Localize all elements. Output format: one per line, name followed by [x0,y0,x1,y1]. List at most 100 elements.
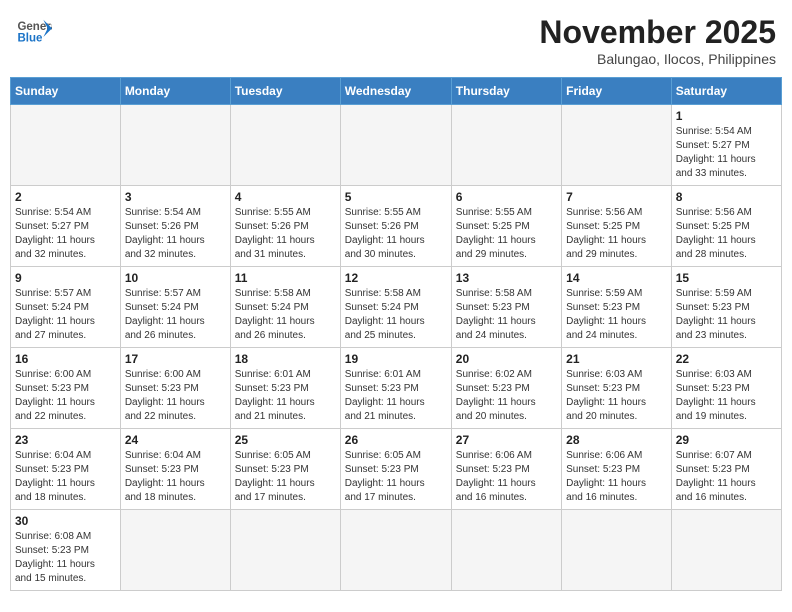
calendar-day-cell: 29 Sunrise: 6:07 AM Sunset: 5:23 PM Dayli… [671,429,781,510]
calendar-day-cell: 26 Sunrise: 6:05 AM Sunset: 5:23 PM Dayli… [340,429,451,510]
calendar-day-cell: 8Sunrise: 5:56 AM Sunset: 5:25 PM Daylig… [671,186,781,267]
day-number: 24 [125,433,226,447]
day-number: 11 [235,271,336,285]
calendar-day-cell: 5Sunrise: 5:55 AM Sunset: 5:26 PM Daylig… [340,186,451,267]
title-block: November 2025 Balungao, Ilocos, Philippi… [539,14,776,67]
day-number: 25 [235,433,336,447]
day-info: Sunrise: 5:57 AM Sunset: 5:24 PM Dayligh… [125,287,226,343]
day-number: 17 [125,352,226,366]
calendar-day-cell: 30Sunrise: 6:08 AM Sunset: 5:23 PM Dayli… [11,510,121,591]
calendar-day-cell: 9 Sunrise: 5:57 AM Sunset: 5:24 PM Daylig… [11,267,121,348]
day-number: 29 [676,433,777,447]
calendar-day-cell: 6 Sunrise: 5:55 AM Sunset: 5:25 PM Daylig… [451,186,561,267]
day-number: 15 [676,271,777,285]
calendar-week-row: 2 Sunrise: 5:54 AM Sunset: 5:27 PM Daylig… [11,186,782,267]
day-number: 10 [125,271,226,285]
day-of-week-header: Tuesday [230,78,340,105]
day-info: Sunrise: 5:57 AM Sunset: 5:24 PM Dayligh… [15,287,116,343]
calendar-day-cell [451,510,561,591]
calendar-header-row: SundayMondayTuesdayWednesdayThursdayFrid… [11,78,782,105]
calendar-week-row: 23 Sunrise: 6:04 AM Sunset: 5:23 PM Dayli… [11,429,782,510]
day-info: Sunrise: 5:54 AM Sunset: 5:27 PM Dayligh… [676,125,777,181]
day-info: Sunrise: 5:58 AM Sunset: 5:24 PM Dayligh… [345,287,447,343]
day-of-week-header: Monday [120,78,230,105]
calendar-day-cell: 25Sunrise: 6:05 AM Sunset: 5:23 PM Dayli… [230,429,340,510]
day-info: Sunrise: 5:59 AM Sunset: 5:23 PM Dayligh… [676,287,777,343]
day-info: Sunrise: 6:00 AM Sunset: 5:23 PM Dayligh… [15,368,116,424]
calendar-day-cell: 14Sunrise: 5:59 AM Sunset: 5:23 PM Dayli… [562,267,672,348]
day-of-week-header: Friday [562,78,672,105]
calendar-day-cell [451,105,561,186]
location: Balungao, Ilocos, Philippines [539,51,776,67]
day-number: 2 [15,190,116,204]
calendar-day-cell: 15 Sunrise: 5:59 AM Sunset: 5:23 PM Dayli… [671,267,781,348]
calendar-day-cell [11,105,121,186]
day-number: 30 [15,514,116,528]
day-number: 18 [235,352,336,366]
day-number: 14 [566,271,667,285]
day-number: 9 [15,271,116,285]
day-number: 23 [15,433,116,447]
day-of-week-header: Sunday [11,78,121,105]
day-of-week-header: Wednesday [340,78,451,105]
calendar-day-cell: 18 Sunrise: 6:01 AM Sunset: 5:23 PM Dayli… [230,348,340,429]
day-number: 4 [235,190,336,204]
calendar-day-cell [120,510,230,591]
calendar-day-cell: 20Sunrise: 6:02 AM Sunset: 5:23 PM Dayli… [451,348,561,429]
day-info: Sunrise: 6:06 AM Sunset: 5:23 PM Dayligh… [456,449,557,505]
calendar-table: SundayMondayTuesdayWednesdayThursdayFrid… [10,77,782,591]
day-number: 22 [676,352,777,366]
day-info: Sunrise: 5:54 AM Sunset: 5:26 PM Dayligh… [125,206,226,262]
day-info: Sunrise: 5:58 AM Sunset: 5:23 PM Dayligh… [456,287,557,343]
calendar-day-cell: 10 Sunrise: 5:57 AM Sunset: 5:24 PM Dayli… [120,267,230,348]
calendar-day-cell: 12Sunrise: 5:58 AM Sunset: 5:24 PM Dayli… [340,267,451,348]
day-number: 16 [15,352,116,366]
svg-text:Blue: Blue [17,32,43,44]
day-info: Sunrise: 6:03 AM Sunset: 5:23 PM Dayligh… [676,368,777,424]
day-info: Sunrise: 6:04 AM Sunset: 5:23 PM Dayligh… [125,449,226,505]
day-of-week-header: Saturday [671,78,781,105]
calendar-week-row: 9 Sunrise: 5:57 AM Sunset: 5:24 PM Daylig… [11,267,782,348]
day-number: 8 [676,190,777,204]
calendar-day-cell [562,105,672,186]
calendar-day-cell: 27 Sunrise: 6:06 AM Sunset: 5:23 PM Dayli… [451,429,561,510]
day-info: Sunrise: 6:07 AM Sunset: 5:23 PM Dayligh… [676,449,777,505]
calendar-day-cell: 11 Sunrise: 5:58 AM Sunset: 5:24 PM Dayli… [230,267,340,348]
day-number: 27 [456,433,557,447]
day-info: Sunrise: 6:05 AM Sunset: 5:23 PM Dayligh… [345,449,447,505]
day-info: Sunrise: 5:55 AM Sunset: 5:25 PM Dayligh… [456,206,557,262]
calendar-day-cell: 24 Sunrise: 6:04 AM Sunset: 5:23 PM Dayli… [120,429,230,510]
day-number: 19 [345,352,447,366]
day-number: 26 [345,433,447,447]
day-info: Sunrise: 5:54 AM Sunset: 5:27 PM Dayligh… [15,206,116,262]
day-number: 28 [566,433,667,447]
day-info: Sunrise: 6:01 AM Sunset: 5:23 PM Dayligh… [235,368,336,424]
calendar-day-cell: 23Sunrise: 6:04 AM Sunset: 5:23 PM Dayli… [11,429,121,510]
day-info: Sunrise: 5:58 AM Sunset: 5:24 PM Dayligh… [235,287,336,343]
calendar-day-cell [562,510,672,591]
day-number: 13 [456,271,557,285]
calendar-day-cell: 19 Sunrise: 6:01 AM Sunset: 5:23 PM Dayli… [340,348,451,429]
calendar-day-cell: 13 Sunrise: 5:58 AM Sunset: 5:23 PM Dayli… [451,267,561,348]
calendar-day-cell: 21Sunrise: 6:03 AM Sunset: 5:23 PM Dayli… [562,348,672,429]
day-of-week-header: Thursday [451,78,561,105]
calendar-day-cell: 7Sunrise: 5:56 AM Sunset: 5:25 PM Daylig… [562,186,672,267]
calendar-week-row: 16 Sunrise: 6:00 AM Sunset: 5:23 PM Dayli… [11,348,782,429]
calendar-day-cell [340,105,451,186]
logo: General Blue [16,14,52,50]
day-info: Sunrise: 5:56 AM Sunset: 5:25 PM Dayligh… [566,206,667,262]
calendar-day-cell [340,510,451,591]
day-info: Sunrise: 6:02 AM Sunset: 5:23 PM Dayligh… [456,368,557,424]
calendar-day-cell [230,510,340,591]
calendar-day-cell: 2 Sunrise: 5:54 AM Sunset: 5:27 PM Daylig… [11,186,121,267]
calendar-week-row: 30Sunrise: 6:08 AM Sunset: 5:23 PM Dayli… [11,510,782,591]
calendar-day-cell [230,105,340,186]
calendar-day-cell [671,510,781,591]
logo-icon: General Blue [16,14,52,50]
day-info: Sunrise: 6:01 AM Sunset: 5:23 PM Dayligh… [345,368,447,424]
calendar-day-cell: 16 Sunrise: 6:00 AM Sunset: 5:23 PM Dayli… [11,348,121,429]
calendar-day-cell [120,105,230,186]
day-info: Sunrise: 6:06 AM Sunset: 5:23 PM Dayligh… [566,449,667,505]
day-number: 6 [456,190,557,204]
day-info: Sunrise: 5:55 AM Sunset: 5:26 PM Dayligh… [235,206,336,262]
